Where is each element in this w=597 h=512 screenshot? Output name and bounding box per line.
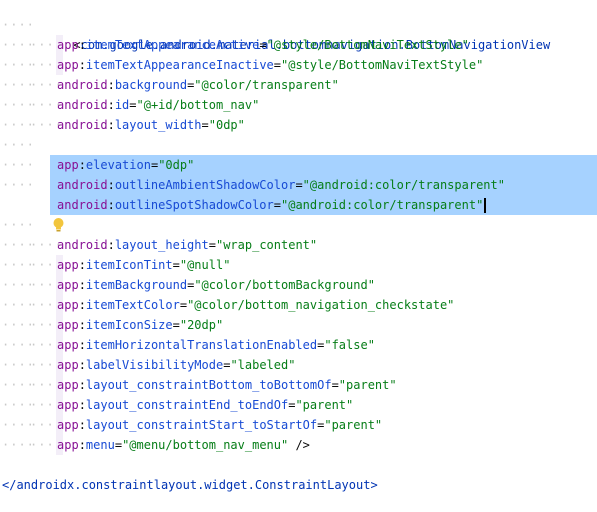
whitespace-dots: ···· xyxy=(2,218,35,232)
attr-namespace: app xyxy=(57,378,79,392)
attr-value: "parent" xyxy=(338,378,397,392)
code-line-attr[interactable]: ···· ···· app:itemBackground="@color/bot… xyxy=(0,275,597,295)
code-line-close-tag[interactable]: </androidx.constraintlayout.widget.Const… xyxy=(0,475,597,495)
attr-value: "labeled" xyxy=(230,358,296,372)
attr-namespace: app xyxy=(57,418,79,432)
attr-name: menu xyxy=(85,438,115,452)
whitespace-dots: ···· xyxy=(2,138,35,152)
attr-value: "@color/bottomBackground" xyxy=(194,278,375,292)
code-line-attr[interactable]: ···· ···· app:itemIconSize="20dp" xyxy=(0,315,597,335)
attr-name: layout_width xyxy=(114,118,202,132)
attr-namespace: app xyxy=(57,58,79,72)
attr-name: layout_constraintEnd_toEndOf xyxy=(85,398,289,412)
attr-name: itemIconTint xyxy=(85,258,173,272)
code-line-blank[interactable]: ···· xyxy=(0,215,597,235)
attr-name: itemBackground xyxy=(85,278,188,292)
attr-value: "@style/BottomNaviTextStyle" xyxy=(281,58,484,72)
attr-name: layout_constraintStart_toStartOf xyxy=(85,418,318,432)
attr-value: "@style/BottomNaviTextStyle" xyxy=(266,38,469,52)
attr-value: "parent" xyxy=(295,398,354,412)
code-line-attr[interactable]: ···· ···· app:labelVisibilityMode="label… xyxy=(0,355,597,375)
attr-value: "0dp" xyxy=(158,158,195,172)
tag-self-close: /> xyxy=(288,438,310,452)
code-line-attr-selected[interactable]: android:outlineSpotShadowColor="@android… xyxy=(50,195,597,215)
code-line-attr-selected[interactable]: app:elevation="0dp" xyxy=(50,155,597,175)
code-line-attr-selected[interactable]: android:outlineAmbientShadowColor="@andr… xyxy=(50,175,597,195)
code-line-attr[interactable]: ···· ···· android:id="@+id/bottom_nav" xyxy=(0,95,597,115)
code-line-attr[interactable]: ···· ···· app:itemTextAppearanceActive="… xyxy=(0,35,597,55)
code-line-attr[interactable]: ···· ···· android:background="@color/tra… xyxy=(0,75,597,95)
attr-name: itemTextAppearanceActive xyxy=(85,38,260,52)
attr-name: itemTextAppearanceInactive xyxy=(85,58,274,72)
attr-namespace: app xyxy=(57,438,79,452)
attr-namespace: app xyxy=(57,38,79,52)
attr-namespace: android xyxy=(57,98,108,112)
code-line-blank[interactable] xyxy=(0,455,597,475)
code-editor[interactable]: ···· <com.google.android.material.bottom… xyxy=(0,0,597,512)
text-caret xyxy=(484,198,487,213)
code-line-attr[interactable]: ···· ···· app:layout_constraintEnd_toEnd… xyxy=(0,395,597,415)
attr-value: "@android:color/transparent" xyxy=(281,198,484,212)
attr-namespace: app xyxy=(57,278,79,292)
whitespace-dots: ···· xyxy=(2,158,35,172)
code-line-attr[interactable]: ···· ···· app:menu="@menu/bottom_nav_men… xyxy=(0,435,597,455)
code-line-blank[interactable]: ···· xyxy=(0,135,597,155)
attr-value: "parent" xyxy=(324,418,383,432)
attr-name: outlineSpotShadowColor xyxy=(114,198,274,212)
attr-name: labelVisibilityMode xyxy=(85,358,224,372)
attr-value: "0dp" xyxy=(208,118,245,132)
attr-name: outlineAmbientShadowColor xyxy=(114,178,296,192)
attr-value: "wrap_content" xyxy=(215,238,318,252)
code-line-attr[interactable]: ···· ···· app:itemTextColor="@color/bott… xyxy=(0,295,597,315)
attr-value: "false" xyxy=(324,338,375,352)
attr-namespace: app xyxy=(57,338,79,352)
code-line-attr[interactable]: ···· ···· app:itemTextAppearanceInactive… xyxy=(0,55,597,75)
closing-tag: </androidx.constraintlayout.widget.Const… xyxy=(2,478,378,492)
whitespace-dots: ···· xyxy=(2,178,35,192)
attr-namespace: app xyxy=(57,258,79,272)
attr-namespace: app xyxy=(57,298,79,312)
code-line-attr[interactable]: ···· ···· android:layout_height="wrap_co… xyxy=(0,235,597,255)
code-line-attr[interactable]: ···· ···· app:itemHorizontalTranslationE… xyxy=(0,335,597,355)
code-line-open-tag[interactable]: ···· <com.google.android.material.bottom… xyxy=(0,15,597,52)
code-line-attr[interactable]: ···· ···· app:itemIconTint="@null" xyxy=(0,255,597,275)
attr-name: itemHorizontalTranslationEnabled xyxy=(85,338,318,352)
attr-namespace: android xyxy=(57,178,108,192)
attr-namespace: app xyxy=(57,358,79,372)
attr-value: "@android:color/transparent" xyxy=(302,178,505,192)
attr-value: "20dp" xyxy=(179,318,224,332)
code-line-attr[interactable]: ···· ···· app:layout_constraintStart_toS… xyxy=(0,415,597,435)
attr-name: elevation xyxy=(85,158,151,172)
attr-name: id xyxy=(114,98,130,112)
attr-name: background xyxy=(114,78,188,92)
code-line-attr[interactable]: ···· ···· app:layout_constraintBottom_to… xyxy=(0,375,597,395)
attr-namespace: android xyxy=(57,238,108,252)
lightbulb-icon[interactable] xyxy=(10,198,64,232)
attr-namespace: app xyxy=(57,398,79,412)
attr-value: "@color/transparent" xyxy=(194,78,339,92)
attr-value: "@color/bottom_navigation_checkstate" xyxy=(187,298,455,312)
attr-name: layout_constraintBottom_toBottomOf xyxy=(85,378,332,392)
attr-value: "@menu/bottom_nav_menu" xyxy=(122,438,289,452)
attr-name: itemTextColor xyxy=(85,298,180,312)
attr-namespace: android xyxy=(57,198,108,212)
attr-namespace: android xyxy=(57,78,108,92)
attr-name: itemIconSize xyxy=(85,318,173,332)
attr-value: "@null" xyxy=(179,258,231,272)
attr-namespace: app xyxy=(57,158,79,172)
attr-name: layout_height xyxy=(114,238,209,252)
attr-namespace: app xyxy=(57,318,79,332)
attr-namespace: android xyxy=(57,118,108,132)
attr-value: "@+id/bottom_nav" xyxy=(136,98,260,112)
code-line-attr[interactable]: ···· ···· android:layout_width="0dp" xyxy=(0,115,597,135)
